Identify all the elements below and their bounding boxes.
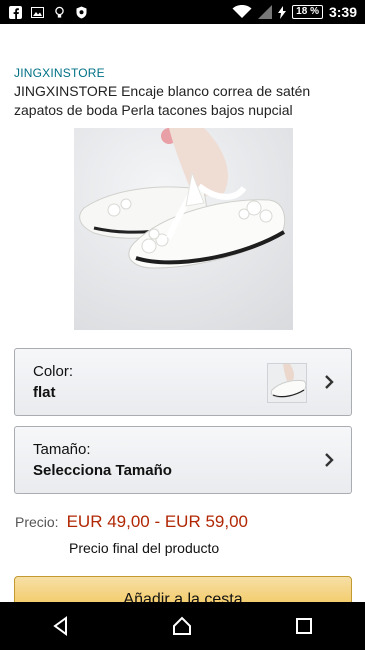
chevron-right-icon [323, 451, 335, 469]
lightbulb-icon [52, 5, 66, 19]
shoe-thumbnail-icon [268, 364, 306, 402]
chevron-right-icon [323, 373, 335, 391]
delivery-address: Malaga 29001 [38, 22, 121, 37]
price-value: EUR 49,00 - EUR 59,00 [66, 512, 248, 531]
battery-level: 18 % [292, 5, 323, 19]
color-selector[interactable]: Color: flat [14, 348, 352, 416]
gallery-icon [30, 5, 44, 19]
navigation-bar [0, 602, 365, 650]
signal-icon [258, 5, 273, 19]
price-note: Precio final del producto [69, 540, 220, 556]
home-icon[interactable] [168, 612, 196, 640]
brand-link[interactable]: JINGXINSTORE [14, 66, 105, 80]
size-selector[interactable]: Tamaño: Selecciona Tamaño [14, 426, 352, 494]
product-image[interactable] [74, 128, 293, 330]
wifi-icon [232, 5, 252, 19]
recent-apps-icon[interactable] [290, 612, 318, 640]
charging-icon [278, 5, 287, 19]
price-label: Precio: [15, 514, 59, 530]
clock: 3:39 [328, 4, 357, 20]
vpn-shield-icon [74, 5, 88, 19]
size-label: Tamaño: [33, 441, 91, 458]
size-value: Selecciona Tamaño [33, 462, 172, 479]
status-bar: 18 % 3:39 [0, 0, 365, 24]
product-title: JINGXINSTORE Encaje blanco correa de sat… [14, 83, 311, 118]
bridal-flat-shoe-photo-icon [74, 128, 293, 330]
price-row: Precio: EUR 49,00 - EUR 59,00 [15, 512, 248, 532]
location-pin-icon [14, 27, 24, 37]
back-icon[interactable] [47, 612, 75, 640]
color-thumbnail[interactable] [267, 363, 307, 403]
facebook-icon [8, 5, 22, 19]
